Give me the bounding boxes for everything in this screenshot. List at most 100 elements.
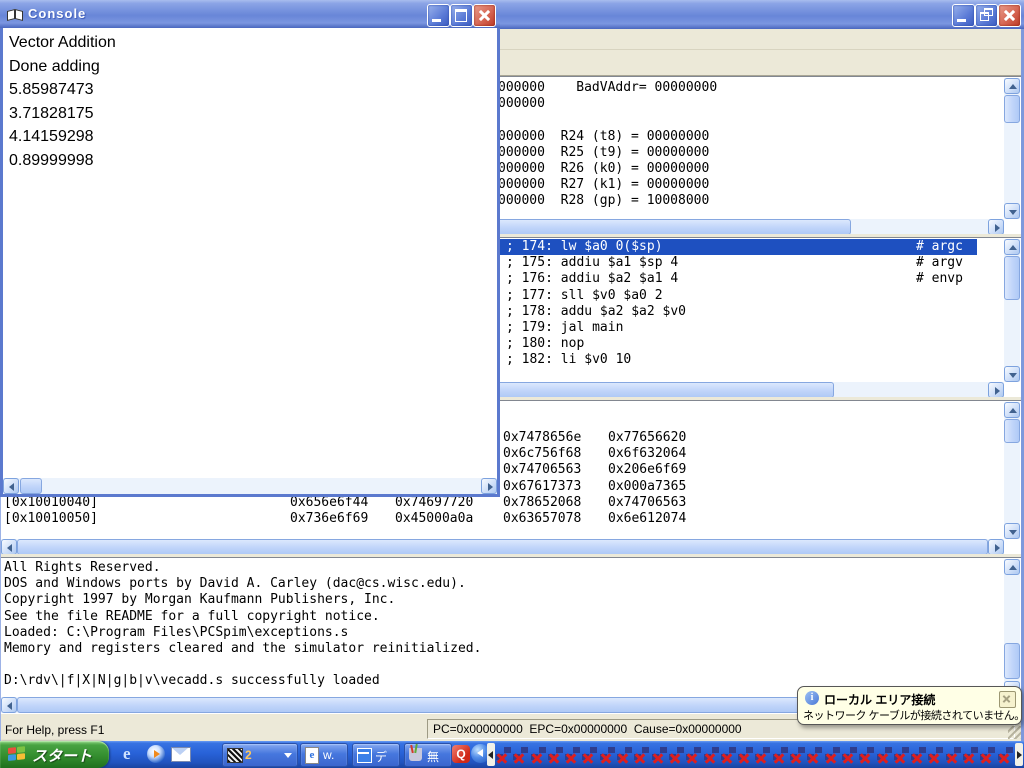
network-disconnected-icon[interactable] bbox=[962, 745, 979, 765]
balloon-title: ローカル エリア接続 bbox=[824, 691, 935, 708]
maximize-button[interactable] bbox=[450, 4, 473, 27]
minimize-button[interactable] bbox=[427, 4, 450, 27]
network-disconnected-icon[interactable] bbox=[789, 745, 806, 765]
network-disconnected-icon[interactable] bbox=[564, 745, 581, 765]
scroll-thumb[interactable] bbox=[20, 478, 42, 494]
band-scroll-right-button[interactable] bbox=[1015, 743, 1023, 766]
scroll-thumb[interactable] bbox=[1004, 643, 1020, 679]
scroll-up-button[interactable] bbox=[1004, 559, 1020, 575]
network-disconnected-icon[interactable] bbox=[599, 745, 616, 765]
network-disconnected-icon[interactable] bbox=[772, 745, 789, 765]
message-line: Loaded: C:\Program Files\PCSpim\exceptio… bbox=[4, 625, 481, 641]
internet-explorer-icon[interactable]: e bbox=[123, 745, 141, 763]
scroll-thumb[interactable] bbox=[17, 539, 988, 555]
network-disconnected-icon[interactable] bbox=[858, 745, 875, 765]
network-disconnected-icon[interactable] bbox=[927, 745, 944, 765]
console-line: 3.71828175 bbox=[9, 102, 116, 126]
message-line bbox=[4, 657, 481, 673]
scroll-right-button[interactable] bbox=[988, 382, 1004, 398]
data-vscrollbar[interactable] bbox=[1004, 402, 1020, 539]
close-button[interactable] bbox=[998, 4, 1021, 27]
scroll-up-button[interactable] bbox=[1004, 239, 1020, 255]
scroll-down-button[interactable] bbox=[1004, 366, 1020, 382]
instruction-comment: # argv bbox=[916, 255, 963, 271]
network-disconnected-icon[interactable] bbox=[893, 745, 910, 765]
scroll-down-button[interactable] bbox=[1004, 203, 1020, 219]
balloon-close-button[interactable] bbox=[999, 691, 1016, 708]
network-disconnected-icon[interactable] bbox=[530, 745, 547, 765]
network-disconnected-icon[interactable] bbox=[997, 745, 1014, 765]
network-disconnected-icon[interactable] bbox=[754, 745, 771, 765]
arrow-right-icon bbox=[995, 544, 1000, 552]
network-disconnected-icon[interactable] bbox=[633, 745, 650, 765]
band-scroll-left-button[interactable] bbox=[487, 743, 495, 766]
instruction-code: ; 176: addiu $a2 $a1 4 bbox=[506, 271, 678, 287]
instruction-code: ; 182: li $v0 10 bbox=[506, 352, 631, 368]
network-disconnected-icon[interactable] bbox=[824, 745, 841, 765]
resize-grip[interactable] bbox=[1008, 726, 1021, 739]
text-vscrollbar[interactable] bbox=[1004, 239, 1020, 382]
arrow-left-icon bbox=[9, 483, 14, 491]
scroll-up-button[interactable] bbox=[1004, 78, 1020, 94]
network-disconnected-icon[interactable] bbox=[841, 745, 858, 765]
scroll-thumb[interactable] bbox=[1004, 419, 1020, 443]
network-icon-band bbox=[495, 741, 1015, 768]
network-disconnected-icon[interactable] bbox=[616, 745, 633, 765]
console-line: Done adding bbox=[9, 55, 116, 79]
scroll-left-button[interactable] bbox=[1, 539, 17, 555]
message-line: D:\rdv\|f|X|N|g|b|v\vecadd.s successfull… bbox=[4, 673, 481, 689]
restore-icon bbox=[980, 12, 989, 21]
console-title: Console bbox=[28, 6, 86, 21]
scroll-left-button[interactable] bbox=[1, 697, 17, 713]
network-disconnected-icon[interactable] bbox=[547, 745, 564, 765]
registers-vscrollbar[interactable] bbox=[1004, 78, 1020, 219]
message-line: All Rights Reserved. bbox=[4, 560, 481, 576]
arrow-up-icon bbox=[1009, 245, 1017, 250]
scroll-right-button[interactable] bbox=[988, 539, 1004, 555]
minimize-button[interactable] bbox=[952, 4, 975, 27]
chevron-down-icon bbox=[284, 753, 292, 758]
scroll-left-button[interactable] bbox=[3, 478, 19, 494]
taskbar-button-window[interactable]: デ bbox=[352, 743, 400, 767]
scroll-right-button[interactable] bbox=[481, 478, 497, 494]
restore-button[interactable] bbox=[975, 4, 998, 27]
taskbar-button-paint[interactable]: 無 bbox=[404, 743, 452, 767]
network-disconnected-icon[interactable] bbox=[720, 745, 737, 765]
pcspim-icon bbox=[227, 748, 243, 763]
taskbar-button-ie[interactable]: e w. bbox=[300, 743, 348, 767]
notification-balloon: i ローカル エリア接続 ネットワーク ケーブルが接続されていません。 bbox=[797, 686, 1022, 725]
network-disconnected-icon[interactable] bbox=[512, 745, 529, 765]
status-help-text: For Help, press F1 bbox=[5, 723, 104, 737]
scroll-up-button[interactable] bbox=[1004, 402, 1020, 418]
scroll-thumb[interactable] bbox=[1004, 95, 1020, 123]
messages-vscrollbar[interactable] bbox=[1004, 559, 1020, 697]
network-disconnected-icon[interactable] bbox=[910, 745, 927, 765]
network-disconnected-icon[interactable] bbox=[737, 745, 754, 765]
console-hscrollbar[interactable] bbox=[3, 478, 497, 494]
start-button-label: スタート bbox=[32, 745, 92, 766]
start-button[interactable]: スタート bbox=[0, 741, 109, 768]
network-disconnected-icon[interactable] bbox=[651, 745, 668, 765]
ie-document-icon: e bbox=[305, 747, 319, 764]
scroll-right-button[interactable] bbox=[988, 219, 1004, 235]
task-label: デ bbox=[375, 748, 387, 765]
outlook-express-icon[interactable] bbox=[171, 747, 191, 762]
network-disconnected-icon[interactable] bbox=[581, 745, 598, 765]
network-disconnected-icon[interactable] bbox=[876, 745, 893, 765]
network-disconnected-icon[interactable] bbox=[806, 745, 823, 765]
console-titlebar[interactable]: Console bbox=[0, 0, 500, 28]
network-disconnected-icon[interactable] bbox=[945, 745, 962, 765]
quicktime-icon[interactable]: Q bbox=[452, 745, 470, 763]
close-button[interactable] bbox=[473, 4, 496, 27]
scroll-down-button[interactable] bbox=[1004, 523, 1020, 539]
console-output: Vector Addition Done adding 5.85987473 3… bbox=[3, 28, 497, 478]
network-disconnected-icon[interactable] bbox=[668, 745, 685, 765]
taskbar-group-button-pcspim[interactable]: 2 bbox=[222, 743, 298, 767]
network-disconnected-icon[interactable] bbox=[685, 745, 702, 765]
scroll-thumb[interactable] bbox=[1004, 256, 1020, 300]
media-player-icon[interactable] bbox=[147, 745, 165, 763]
network-disconnected-icon[interactable] bbox=[703, 745, 720, 765]
data-hscrollbar[interactable] bbox=[1, 539, 1004, 555]
network-disconnected-icon[interactable] bbox=[495, 745, 512, 765]
network-disconnected-icon[interactable] bbox=[979, 745, 996, 765]
